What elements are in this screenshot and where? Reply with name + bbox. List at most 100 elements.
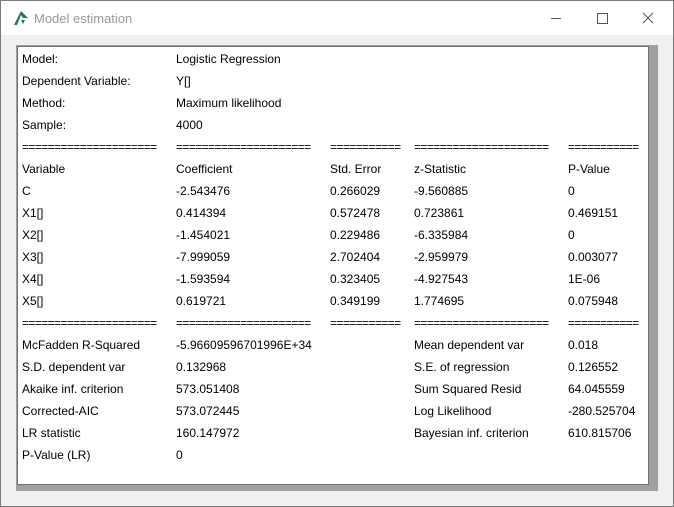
model-estimation-window: Model estimation Model: Logistic Regress…: [0, 0, 674, 507]
table-cell: X2[]: [22, 228, 44, 242]
separator: =====================: [176, 140, 311, 154]
stat-value: 0.132968: [176, 360, 227, 374]
stat-label: Akaike inf. criterion: [22, 382, 124, 396]
column-header: Coefficient: [176, 162, 233, 176]
table-cell: 0.003077: [568, 250, 619, 264]
column-header: Variable: [22, 162, 66, 176]
stat-label: Log Likelihood: [414, 404, 492, 418]
table-cell: -2.959979: [414, 250, 469, 264]
separator: =====================: [414, 140, 549, 154]
stat-value: 64.045559: [568, 382, 625, 396]
minimize-icon: [551, 18, 561, 19]
stats-row: McFadden R-Squared -5.96609596701996E+34…: [22, 334, 648, 356]
separator: ===========: [568, 316, 639, 330]
app-logo-icon: [14, 11, 28, 25]
table-row: X2[] -1.454021 0.229486 -6.335984 0: [22, 224, 648, 246]
stats-row: P-Value (LR) 0: [22, 444, 648, 466]
separator: =====================: [22, 140, 157, 154]
separator-row: ===================== ==================…: [22, 312, 648, 334]
stat-value: 0.018: [568, 338, 599, 352]
table-row: C -2.543476 0.266029 -9.560885 0: [22, 180, 648, 202]
separator: =====================: [22, 316, 157, 330]
table-cell: C: [22, 184, 31, 198]
separator: ===========: [330, 140, 401, 154]
table-row: X5[] 0.619721 0.349199 1.774695 0.075948: [22, 290, 648, 312]
table-cell: -2.543476: [176, 184, 231, 198]
stats-row: S.D. dependent var 0.132968 S.E. of regr…: [22, 356, 648, 378]
stat-label: Sum Squared Resid: [414, 382, 522, 396]
table-cell: -6.335984: [414, 228, 469, 242]
stat-label: Bayesian inf. criterion: [414, 426, 529, 440]
stat-label: P-Value (LR): [22, 448, 91, 462]
table-cell: -1.593594: [176, 272, 231, 286]
table-cell: 0: [568, 184, 575, 198]
stat-value: 573.051408: [176, 382, 240, 396]
table-cell: X3[]: [22, 250, 44, 264]
header-row: Model: Logistic Regression: [22, 48, 648, 70]
output-panel: Model: Logistic Regression Dependent Var…: [16, 45, 658, 491]
table-cell: 0.349199: [330, 294, 381, 308]
table-cell: 0.723861: [414, 206, 465, 220]
table-cell: 2.702404: [330, 250, 381, 264]
stat-value: 610.815706: [568, 426, 632, 440]
table-row: X4[] -1.593594 0.323405 -4.927543 1E-06: [22, 268, 648, 290]
stat-label: Corrected-AIC: [22, 404, 99, 418]
close-button[interactable]: [625, 1, 671, 35]
window-title: Model estimation: [34, 11, 133, 26]
table-cell: X1[]: [22, 206, 44, 220]
header-label: Sample:: [22, 118, 67, 132]
maximize-button[interactable]: [579, 1, 625, 35]
stats-row: Akaike inf. criterion 573.051408 Sum Squ…: [22, 378, 648, 400]
column-header: P-Value: [568, 162, 610, 176]
header-label: Model:: [22, 52, 59, 66]
table-cell: -7.999059: [176, 250, 231, 264]
table-cell: 0.414394: [176, 206, 227, 220]
stat-value: 573.072445: [176, 404, 240, 418]
header-label: Method:: [22, 96, 66, 110]
table-cell: 0.572478: [330, 206, 381, 220]
table-row: X1[] 0.414394 0.572478 0.723861 0.469151: [22, 202, 648, 224]
close-icon: [642, 12, 654, 24]
stats-row: LR statistic 160.147972 Bayesian inf. cr…: [22, 422, 648, 444]
header-row: Dependent Variable: Y[]: [22, 70, 648, 92]
table-cell: 0.619721: [176, 294, 227, 308]
stat-value: 160.147972: [176, 426, 240, 440]
minimize-button[interactable]: [533, 1, 579, 35]
separator: ===========: [330, 316, 401, 330]
table-cell: -1.454021: [176, 228, 231, 242]
separator-row: ===================== ==================…: [22, 136, 648, 158]
header-row: Sample: 4000: [22, 114, 648, 136]
table-cell: 1E-06: [568, 272, 601, 286]
table-row: X3[] -7.999059 2.702404 -2.959979 0.0030…: [22, 246, 648, 268]
table-cell: -9.560885: [414, 184, 469, 198]
stat-label: S.D. dependent var: [22, 360, 126, 374]
column-header: z-Statistic: [414, 162, 467, 176]
maximize-icon: [597, 13, 608, 24]
table-cell: 0: [568, 228, 575, 242]
header-value: Y[]: [176, 74, 191, 88]
separator: =====================: [414, 316, 549, 330]
header-value: 4000: [176, 118, 203, 132]
table-cell: X4[]: [22, 272, 44, 286]
stats-row: Corrected-AIC 573.072445 Log Likelihood …: [22, 400, 648, 422]
results-text-area[interactable]: Model: Logistic Regression Dependent Var…: [17, 46, 649, 485]
stat-value: 0: [176, 448, 183, 462]
header-label: Dependent Variable:: [22, 74, 131, 88]
table-header-row: Variable Coefficient Std. Error z-Statis…: [22, 158, 648, 180]
stat-value: -280.525704: [568, 404, 636, 418]
table-cell: 0.266029: [330, 184, 381, 198]
separator: ===========: [568, 140, 639, 154]
table-cell: 0.229486: [330, 228, 381, 242]
stat-value: -5.96609596701996E+34: [176, 338, 312, 352]
stat-label: LR statistic: [22, 426, 81, 440]
table-cell: 0.075948: [568, 294, 619, 308]
column-header: Std. Error: [330, 162, 382, 176]
table-cell: -4.927543: [414, 272, 469, 286]
separator: =====================: [176, 316, 311, 330]
stat-label: Mean dependent var: [414, 338, 525, 352]
stat-label: S.E. of regression: [414, 360, 510, 374]
stat-label: McFadden R-Squared: [22, 338, 141, 352]
title-bar[interactable]: Model estimation: [1, 1, 673, 35]
table-cell: 0.323405: [330, 272, 381, 286]
header-value: Logistic Regression: [176, 52, 281, 66]
